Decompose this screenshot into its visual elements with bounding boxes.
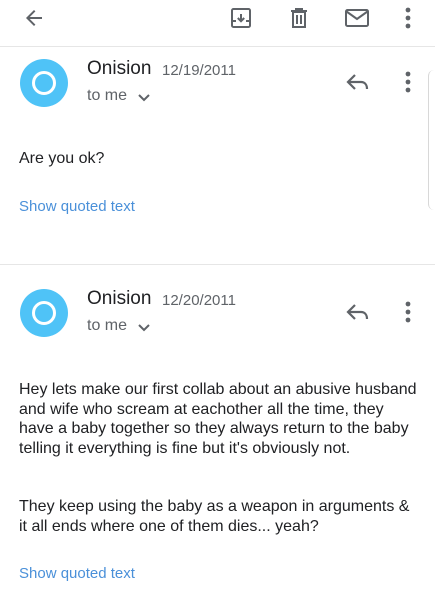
- message-date: 12/20/2011: [162, 292, 236, 309]
- message-card: Onision 12/20/2011 to me Hey lets make o…: [0, 264, 435, 600]
- archive-icon[interactable]: [225, 2, 257, 34]
- reply-icon[interactable]: [342, 298, 374, 326]
- message-body-paragraph: They keep using the baby as a weapon in …: [19, 498, 410, 535]
- avatar[interactable]: [20, 289, 68, 337]
- message-body-paragraph: Hey lets make our first collab about an …: [19, 381, 417, 457]
- show-quoted-text-link[interactable]: Show quoted text: [19, 565, 135, 582]
- message-card: Onision 12/19/2011 to me Are you ok? Sho…: [0, 46, 435, 264]
- avatar[interactable]: [20, 59, 68, 107]
- reply-icon[interactable]: [342, 68, 374, 96]
- chevron-down-icon[interactable]: [137, 93, 151, 103]
- top-toolbar: [0, 0, 435, 47]
- more-vert-icon[interactable]: [398, 68, 418, 96]
- recipient-toggle[interactable]: to me: [87, 317, 127, 335]
- sender-name: Onision: [87, 58, 152, 79]
- trash-icon[interactable]: [283, 2, 315, 34]
- more-vert-icon[interactable]: [398, 298, 418, 326]
- sender-name: Onision: [87, 288, 152, 309]
- show-quoted-text-link[interactable]: Show quoted text: [19, 198, 135, 215]
- message-date: 12/19/2011: [162, 62, 236, 79]
- chevron-down-icon[interactable]: [137, 323, 151, 333]
- envelope-icon[interactable]: [341, 2, 373, 34]
- back-arrow-icon[interactable]: [18, 2, 50, 34]
- more-vert-icon[interactable]: [392, 2, 424, 34]
- recipient-toggle[interactable]: to me: [87, 87, 127, 105]
- message-body: Are you ok?: [19, 150, 105, 167]
